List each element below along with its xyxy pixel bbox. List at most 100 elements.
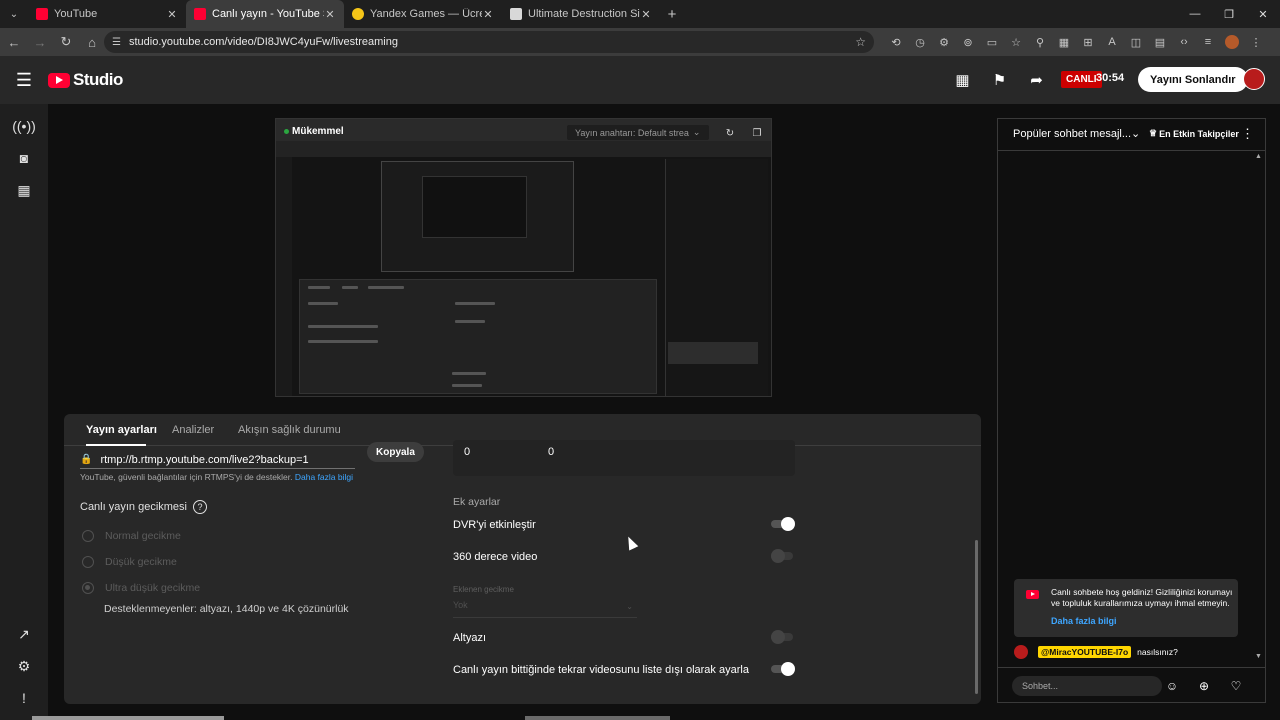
browser-menu-icon[interactable]: ⋮ [1244,32,1268,52]
chevron-down-icon: ⌄ [626,602,633,611]
captions-toggle[interactable] [771,630,795,644]
extension-icon[interactable]: ⚲ [1028,32,1052,52]
extension-icon[interactable]: ◫ [1124,32,1148,52]
address-bar[interactable]: ☰ studio.youtube.com/video/DI8JWC4yuFw/l… [104,31,874,53]
learn-more-link[interactable]: Daha fazla bilgi [1051,616,1117,626]
settings-scrollbar[interactable] [975,540,978,694]
profile-avatar-icon[interactable] [1225,35,1239,49]
unsupported-note: Desteklenmeyenler: altyazı, 1440p ve 4K … [104,603,349,615]
calendar-icon[interactable]: ▦ [12,178,36,202]
bookmark-star-icon[interactable]: ☆ [855,35,866,49]
end-stream-button[interactable]: Yayını Sonlandır [1138,67,1248,92]
avatar[interactable] [1014,645,1028,659]
camera-icon[interactable]: ◙ [12,146,36,170]
stream-preview[interactable]: Mükemmel Yayın anahtarı: Default strea ⌄… [275,118,772,397]
add-icon[interactable]: ⊕ [1195,677,1213,695]
browser-tab-yandex[interactable]: Yandex Games — Ücretsiz ve hı ✕ [344,0,502,28]
video-360-label: 360 derece video [453,551,538,563]
latency-option-low[interactable]: Düşük gecikme [82,556,177,568]
latency-option-label: Normal gecikme [105,530,181,542]
bookmark-icon[interactable]: ⚑ [981,65,1018,95]
extension-icon[interactable]: ▤ [1148,32,1172,52]
reading-list-icon[interactable]: ≡ [1196,32,1220,52]
extension-icon[interactable]: ⊞ [1076,32,1100,52]
site-info-icon[interactable]: ☰ [112,37,121,48]
chat-input[interactable]: Sohbet... [1012,676,1162,696]
tab-stream-settings[interactable]: Yayın ayarları [86,424,157,436]
tab-analytics[interactable]: Analizler [172,424,214,436]
code-icon[interactable]: ‹› [1172,32,1196,52]
menu-icon[interactable]: ☰ [0,56,48,104]
latency-option-label: Ultra düşük gecikme [105,582,201,594]
settings-icon[interactable]: ⚙ [12,654,36,678]
more-options-icon[interactable]: ⋮ [1241,126,1254,142]
stream-key-select[interactable]: Yayın anahtarı: Default strea ⌄ [567,125,709,140]
share-icon[interactable]: ➦ [1018,65,1055,95]
top-fans-button[interactable]: ♕ En Etkin Takipçiler [1149,128,1239,139]
extension-icon[interactable]: ⊚ [956,32,980,52]
close-icon[interactable]: ✕ [166,8,178,21]
youtube-icon [194,8,206,20]
extension-icon[interactable]: ▭ [980,32,1004,52]
video-360-toggle[interactable] [771,549,795,563]
new-tab-button[interactable]: + [660,6,684,23]
copy-icon[interactable]: ❐ [749,125,765,141]
extensions-area: ⟲ ◷ ⚙ ⊚ ▭ ☆ ⚲ ▦ ⊞ A ◫ ▤ ‹› ≡ ⋮ [884,32,1268,52]
stream-settings-panel: Yayın ayarları Analizler Akışın sağlık d… [64,414,981,704]
tab-search-icon[interactable]: ⌄ [0,0,28,28]
rtmps-help-label: YouTube, güvenli bağlantılar için RTMPS'… [80,472,293,482]
close-icon[interactable]: ✕ [640,8,652,21]
extension-icon[interactable]: ◷ [908,32,932,52]
tab-stream-health[interactable]: Akışın sağlık durumu [238,424,341,436]
extension-icon[interactable]: ▦ [1052,32,1076,52]
home-icon[interactable]: ⌂ [80,30,104,54]
latency-option-ultra-low[interactable]: Ultra düşük gecikme [82,582,200,594]
heart-icon[interactable]: ♡ [1227,677,1245,695]
forward-icon[interactable]: → [28,30,52,54]
chat-mode-select[interactable]: Popüler sohbet mesajl... [1013,128,1131,140]
chevron-down-icon[interactable]: ⌄ [1131,127,1140,140]
refresh-icon[interactable]: ↻ [722,125,738,141]
unlist-replay-toggle[interactable] [771,662,795,676]
stream-status: Mükemmel [284,126,344,137]
calendar-icon[interactable]: ▦ [944,65,981,95]
browser-tab-game[interactable]: Ultimate Destruction Simulator ✕ [502,0,660,28]
backup-server-url-field[interactable]: 🔒 rtmp://b.rtmp.youtube.com/live2?backup… [80,451,355,469]
list-item: @MiracYOUTUBE-l7o nasılsınız? [1014,645,1178,659]
latency-option-normal[interactable]: Normal gecikme [82,530,181,542]
latency-title: Canlı yayın gecikmesi ? [80,500,207,514]
copy-button[interactable]: Kopyala [367,442,424,462]
scroll-up-icon[interactable]: ▲ [1255,153,1262,160]
external-link-icon[interactable]: ↗ [12,622,36,646]
back-icon[interactable]: ← [2,30,26,54]
yandex-icon [352,8,364,20]
minimize-icon[interactable]: — [1178,0,1212,28]
close-window-icon[interactable]: ✕ [1246,0,1280,28]
history-icon[interactable]: ⟲ [884,32,908,52]
extension-icon[interactable]: ☆ [1004,32,1028,52]
top-fans-label: En Etkin Takipçiler [1159,128,1239,139]
restore-icon[interactable]: ❐ [1212,0,1246,28]
translate-icon[interactable]: A [1100,32,1124,52]
close-icon[interactable]: ✕ [324,8,336,21]
browser-tab-youtube[interactable]: YouTube ✕ [28,0,186,28]
window-controls: — ❐ ✕ [1178,0,1280,28]
help-icon[interactable]: ? [193,500,207,514]
extension-icon[interactable]: ⚙ [932,32,956,52]
chat-author[interactable]: @MiracYOUTUBE-l7o [1038,646,1132,658]
close-icon[interactable]: ✕ [482,8,494,21]
emoji-icon[interactable]: ☺ [1163,677,1181,695]
studio-logo[interactable]: Studio [48,70,123,90]
reload-icon[interactable]: ↻ [54,30,78,54]
browser-tab-studio[interactable]: Canlı yayın - YouTube Studio ✕ [186,0,344,28]
learn-more-link[interactable]: Daha fazla bilgi [295,472,353,482]
scroll-down-icon[interactable]: ▼ [1255,653,1262,660]
live-stream-icon[interactable]: ((•)) [12,114,36,138]
chat-welcome-notice: Canlı sohbete hoş geldiniz! Gizliliğiniz… [1014,579,1238,637]
added-delay-select[interactable]: Yok ⌄ [453,600,637,618]
lock-icon: 🔒 [80,454,93,465]
avatar[interactable] [1243,68,1265,90]
welcome-text: Canlı sohbete hoş geldiniz! Gizliliğiniz… [1051,587,1233,608]
dvr-toggle[interactable] [771,517,795,531]
feedback-icon[interactable]: ! [12,686,36,710]
